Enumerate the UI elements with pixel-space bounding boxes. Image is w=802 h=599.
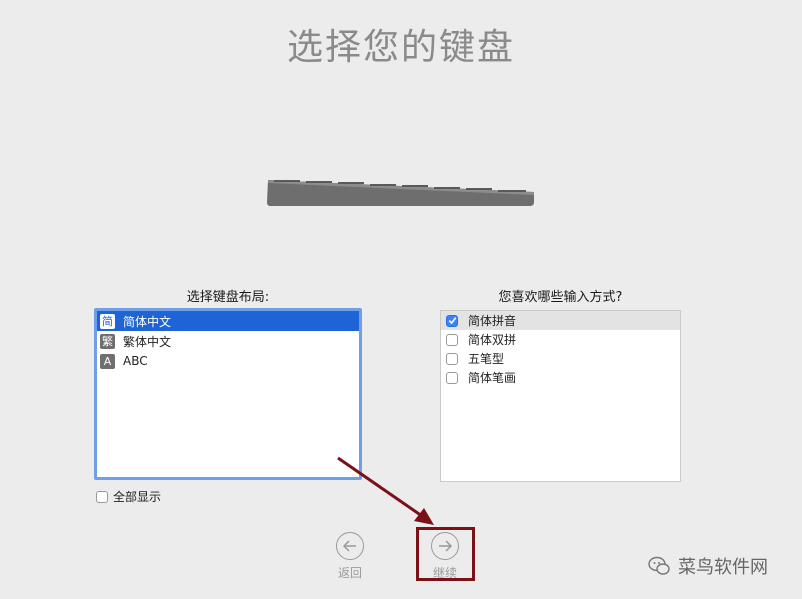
keyboard-illustration bbox=[267, 180, 534, 206]
input-item-label: 简体笔画 bbox=[468, 371, 517, 385]
traditional-badge-icon: 繁 bbox=[100, 333, 115, 349]
layout-item-simplified-chinese[interactable]: 简 简体中文 bbox=[97, 311, 359, 331]
annotation-arrow-icon bbox=[337, 456, 434, 525]
back-arrow-icon bbox=[336, 532, 364, 560]
keyboard-layout-list[interactable]: 简 简体中文 繁 繁体中文 A ABC bbox=[94, 308, 362, 480]
back-label: 返回 bbox=[337, 566, 362, 580]
forward-arrow-icon bbox=[431, 532, 459, 560]
input-item-shuangpin[interactable]: 简体双拼 bbox=[441, 330, 680, 349]
watermark-text: 菜鸟软件网 bbox=[678, 557, 768, 578]
page-title: 选择您的键盘 bbox=[286, 27, 515, 68]
back-button[interactable]: 返回 bbox=[336, 532, 364, 581]
abc-badge-icon: A bbox=[100, 353, 115, 369]
input-item-wubi[interactable]: 五笔型 bbox=[441, 349, 680, 368]
input-item-label: 五笔型 bbox=[468, 352, 505, 366]
shuangpin-checkbox[interactable] bbox=[446, 333, 458, 346]
input-item-label: 简体拼音 bbox=[468, 314, 517, 328]
continue-label: 继续 bbox=[432, 566, 457, 580]
layout-item-traditional-chinese[interactable]: 繁 繁体中文 bbox=[97, 331, 359, 351]
show-all-checkbox[interactable] bbox=[96, 490, 108, 503]
layout-section-label: 选择键盘布局: bbox=[186, 290, 270, 305]
checkmark-icon bbox=[448, 317, 456, 325]
continue-button[interactable]: 继续 bbox=[431, 532, 459, 581]
layout-item-label: ABC bbox=[123, 354, 148, 368]
layout-item-label: 繁体中文 bbox=[123, 334, 172, 349]
show-all-option[interactable]: 全部显示 bbox=[96, 488, 161, 505]
pinyin-checkbox[interactable] bbox=[446, 314, 458, 327]
input-item-stroke[interactable]: 简体笔画 bbox=[441, 368, 680, 387]
layout-item-abc[interactable]: A ABC bbox=[97, 351, 359, 371]
input-method-list[interactable]: 简体拼音 简体双拼 五笔型 简体笔画 bbox=[440, 310, 681, 482]
input-section-label: 您喜欢哪些输入方式? bbox=[498, 290, 623, 305]
layout-item-label: 简体中文 bbox=[123, 314, 172, 329]
wubi-checkbox[interactable] bbox=[446, 352, 458, 365]
input-item-label: 简体双拼 bbox=[468, 333, 517, 347]
watermark: 菜鸟软件网 bbox=[648, 553, 768, 579]
simplified-badge-icon: 简 bbox=[100, 313, 115, 329]
show-all-label: 全部显示 bbox=[113, 490, 162, 504]
wechat-logo-icon bbox=[648, 556, 670, 575]
input-item-pinyin[interactable]: 简体拼音 bbox=[441, 311, 680, 330]
stroke-checkbox[interactable] bbox=[446, 371, 458, 384]
